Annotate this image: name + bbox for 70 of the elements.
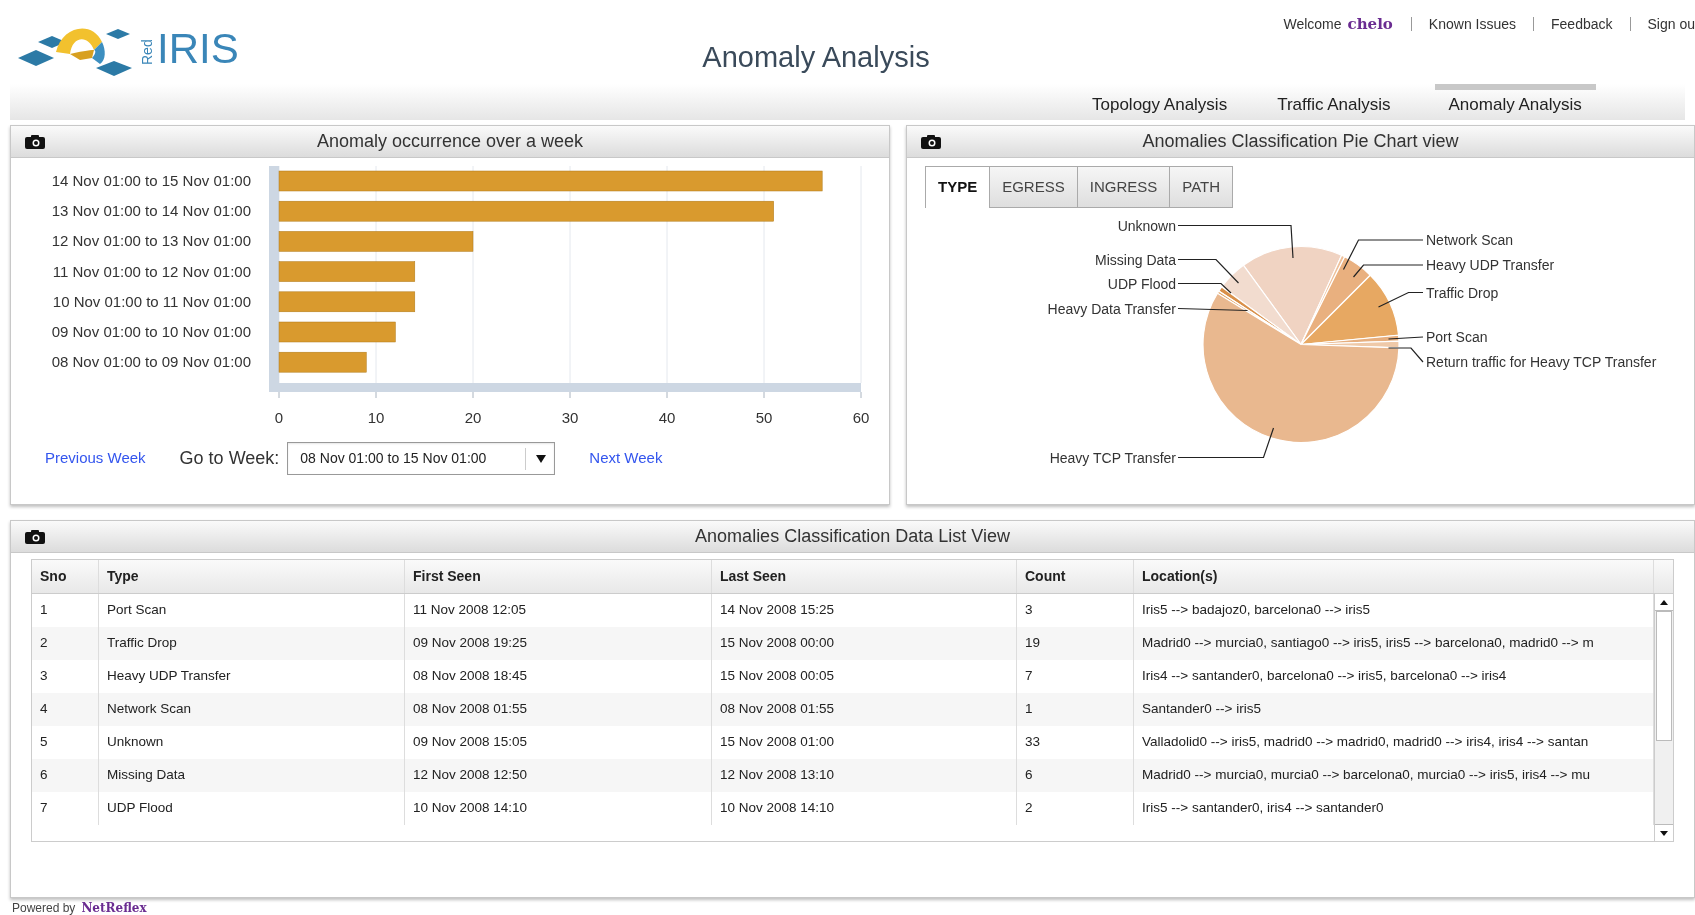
panel-title: Anomaly occurrence over a week (316, 130, 584, 153)
tick-label: 60 (852, 409, 870, 426)
chart-tab[interactable]: INGRESS (1076, 166, 1171, 208)
pie-label: Network Scan (1426, 232, 1514, 248)
category-label: 10 Nov 01:00 to 11 Nov 01:00 (52, 292, 251, 310)
camera-icon[interactable] (25, 135, 45, 149)
pie-label: Missing Data (1095, 251, 1176, 268)
nav-tab[interactable]: Topology Analysis (1074, 84, 1246, 120)
table-cell: 7 (32, 792, 99, 825)
pie-label: UDP Flood (1107, 275, 1176, 292)
column-header[interactable]: First Seen (405, 560, 712, 593)
user-name: chelo (1347, 14, 1393, 35)
scroll-thumb[interactable] (1656, 611, 1672, 741)
chart-tab[interactable]: PATH (1169, 166, 1233, 208)
scrollbar[interactable] (1654, 594, 1673, 841)
category-label: 14 Nov 01:00 to 15 Nov 01:00 (51, 172, 251, 189)
pie-label: Unknown (1117, 217, 1176, 234)
column-header[interactable]: Last Seen (712, 560, 1017, 593)
pie-label: Heavy Data Transfer (1047, 300, 1176, 317)
camera-icon[interactable] (921, 135, 941, 149)
column-header[interactable]: Location(s) (1134, 560, 1654, 593)
next-week-link[interactable]: Next Week (589, 446, 663, 470)
welcome-text: Welcome (1283, 14, 1342, 34)
table-cell: 10 Nov 2008 14:10 (712, 792, 1017, 825)
category-label: 11 Nov 01:00 to 12 Nov 01:00 (52, 262, 251, 280)
footer-text: Powered by (12, 901, 76, 915)
tick-label: 30 (561, 409, 579, 426)
scroll-up-icon[interactable] (1655, 594, 1673, 611)
header-link[interactable]: Known Issues (1411, 13, 1534, 35)
goto-week-label: Go to Week: (179, 446, 280, 470)
table-cell: UDP Flood (99, 792, 405, 825)
chart-tab[interactable]: TYPE (925, 166, 991, 208)
header-link[interactable]: Feedback (1534, 13, 1630, 35)
tick-label: 40 (658, 409, 676, 426)
column-header[interactable]: Type (99, 560, 405, 593)
leader-line (1387, 336, 1424, 340)
category-label: 08 Nov 01:00 to 09 Nov 01:00 (51, 353, 251, 371)
scroll-down-icon[interactable] (1655, 824, 1673, 841)
column-header[interactable]: Sno (32, 560, 99, 593)
week-dropdown[interactable]: 08 Nov 01:00 to 15 Nov 01:00 (287, 441, 556, 475)
page-title: Anomaly Analysis (701, 40, 931, 75)
pie-label: Port Scan (1426, 329, 1488, 345)
previous-week-link[interactable]: Previous Week (45, 446, 146, 470)
panel-title: Anomalies Classification Data List View (695, 525, 1010, 548)
tick-label: 10 (367, 409, 385, 426)
logo-text: IRIS (157, 28, 239, 70)
nav-tab[interactable]: Traffic Analysis (1259, 84, 1409, 120)
brand-link[interactable]: NetReflex (81, 901, 147, 915)
pie-label: Traffic Drop (1426, 284, 1499, 301)
tick-label: 50 (755, 409, 773, 426)
pie-label: Heavy TCP Transfer (1049, 449, 1176, 466)
panel-title: Anomalies Classification Pie Chart view (1142, 130, 1459, 153)
leader-line (1377, 291, 1424, 308)
category-label: 09 Nov 01:00 to 10 Nov 01:00 (51, 323, 251, 340)
category-label: 12 Nov 01:00 to 13 Nov 01:00 (51, 232, 251, 250)
leader-line (1177, 307, 1249, 312)
table-cell: 10 Nov 2008 14:10 (405, 792, 712, 825)
table-cell: 2 (1017, 792, 1134, 825)
pie-label: Return traffic for Heavy TCP Transfer (1426, 354, 1657, 370)
camera-icon[interactable] (25, 530, 45, 544)
tick-label: 20 (464, 409, 482, 426)
caret-icon (536, 454, 547, 463)
column-header[interactable]: Count (1017, 560, 1134, 593)
logo-subtext: Red (139, 39, 155, 65)
leader-line (1387, 347, 1424, 363)
pie-label: Heavy UDP Transfer (1426, 257, 1555, 273)
chart-tab[interactable]: EGRESS (989, 166, 1078, 208)
category-label: 13 Nov 01:00 to 14 Nov 01:00 (51, 202, 251, 220)
header-link[interactable]: Sign ou (1630, 13, 1695, 35)
tick-label: 0 (274, 409, 284, 426)
